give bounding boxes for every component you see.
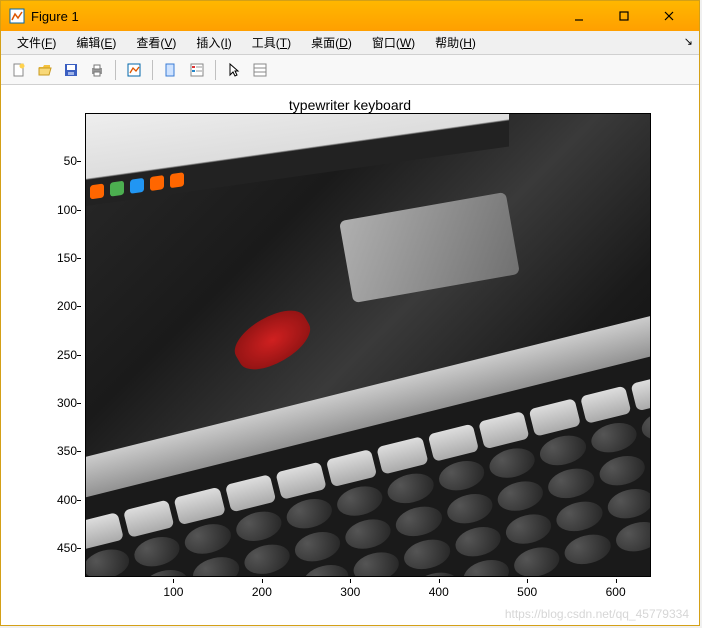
y-axis-ticks: 50100150200250300350400450 <box>51 113 81 577</box>
y-tick-label: 450 <box>47 541 77 555</box>
titlebar[interactable]: Figure 1 <box>1 1 699 31</box>
toolbar-separator <box>152 60 153 80</box>
menu-edit[interactable]: 编辑(E) <box>66 32 126 53</box>
close-button[interactable] <box>646 1 691 31</box>
menu-view[interactable]: 查看(V) <box>126 32 186 53</box>
insert-legend-button[interactable] <box>185 58 209 82</box>
menu-file[interactable]: 文件(F) <box>7 32 66 53</box>
plot-title: typewriter keyboard <box>289 97 411 113</box>
x-tick-label: 600 <box>606 585 626 599</box>
open-button[interactable] <box>33 58 57 82</box>
y-tick-label: 250 <box>47 348 77 362</box>
menubar: 文件(F) 编辑(E) 查看(V) 插入(I) 工具(T) 桌面(D) 窗口(W… <box>1 31 699 55</box>
x-tick-label: 100 <box>163 585 183 599</box>
new-figure-button[interactable] <box>7 58 31 82</box>
y-tick-label: 200 <box>47 299 77 313</box>
y-tick-label: 50 <box>47 154 77 168</box>
y-tick-label: 300 <box>47 396 77 410</box>
displayed-image <box>85 113 651 577</box>
menu-overflow-icon[interactable]: ↘ <box>684 35 693 48</box>
x-tick-label: 400 <box>429 585 449 599</box>
menu-tools[interactable]: 工具(T) <box>242 32 301 53</box>
plot-area: typewriter keyboard 50100150200250300350… <box>1 85 699 625</box>
y-tick-label: 400 <box>47 493 77 507</box>
y-tick-label: 100 <box>47 203 77 217</box>
x-tick-label: 500 <box>517 585 537 599</box>
watermark-text: https://blog.csdn.net/qq_45779334 <box>505 607 689 621</box>
pointer-button[interactable] <box>222 58 246 82</box>
menu-desktop[interactable]: 桌面(D) <box>301 32 362 53</box>
toolbar <box>1 55 699 85</box>
y-tick-label: 150 <box>47 251 77 265</box>
axes[interactable] <box>85 113 651 577</box>
edit-plot-button[interactable] <box>122 58 146 82</box>
insert-colorbar-button[interactable] <box>248 58 272 82</box>
toolbar-separator <box>115 60 116 80</box>
save-button[interactable] <box>59 58 83 82</box>
print-button[interactable] <box>85 58 109 82</box>
y-tick-label: 350 <box>47 444 77 458</box>
x-axis-ticks: 100 200 300 400 500 600 <box>85 583 651 603</box>
maximize-button[interactable] <box>601 1 646 31</box>
x-tick-label: 200 <box>252 585 272 599</box>
minimize-button[interactable] <box>556 1 601 31</box>
data-cursor-button[interactable] <box>159 58 183 82</box>
x-tick-label: 300 <box>340 585 360 599</box>
app-icon <box>9 8 25 24</box>
toolbar-separator <box>215 60 216 80</box>
window-title: Figure 1 <box>31 9 556 24</box>
menu-help[interactable]: 帮助(H) <box>425 32 486 53</box>
menu-insert[interactable]: 插入(I) <box>186 32 241 53</box>
figure-window: Figure 1 文件(F) 编辑(E) 查看(V) 插入(I) 工具(T) 桌… <box>0 0 700 626</box>
menu-window[interactable]: 窗口(W) <box>362 32 425 53</box>
